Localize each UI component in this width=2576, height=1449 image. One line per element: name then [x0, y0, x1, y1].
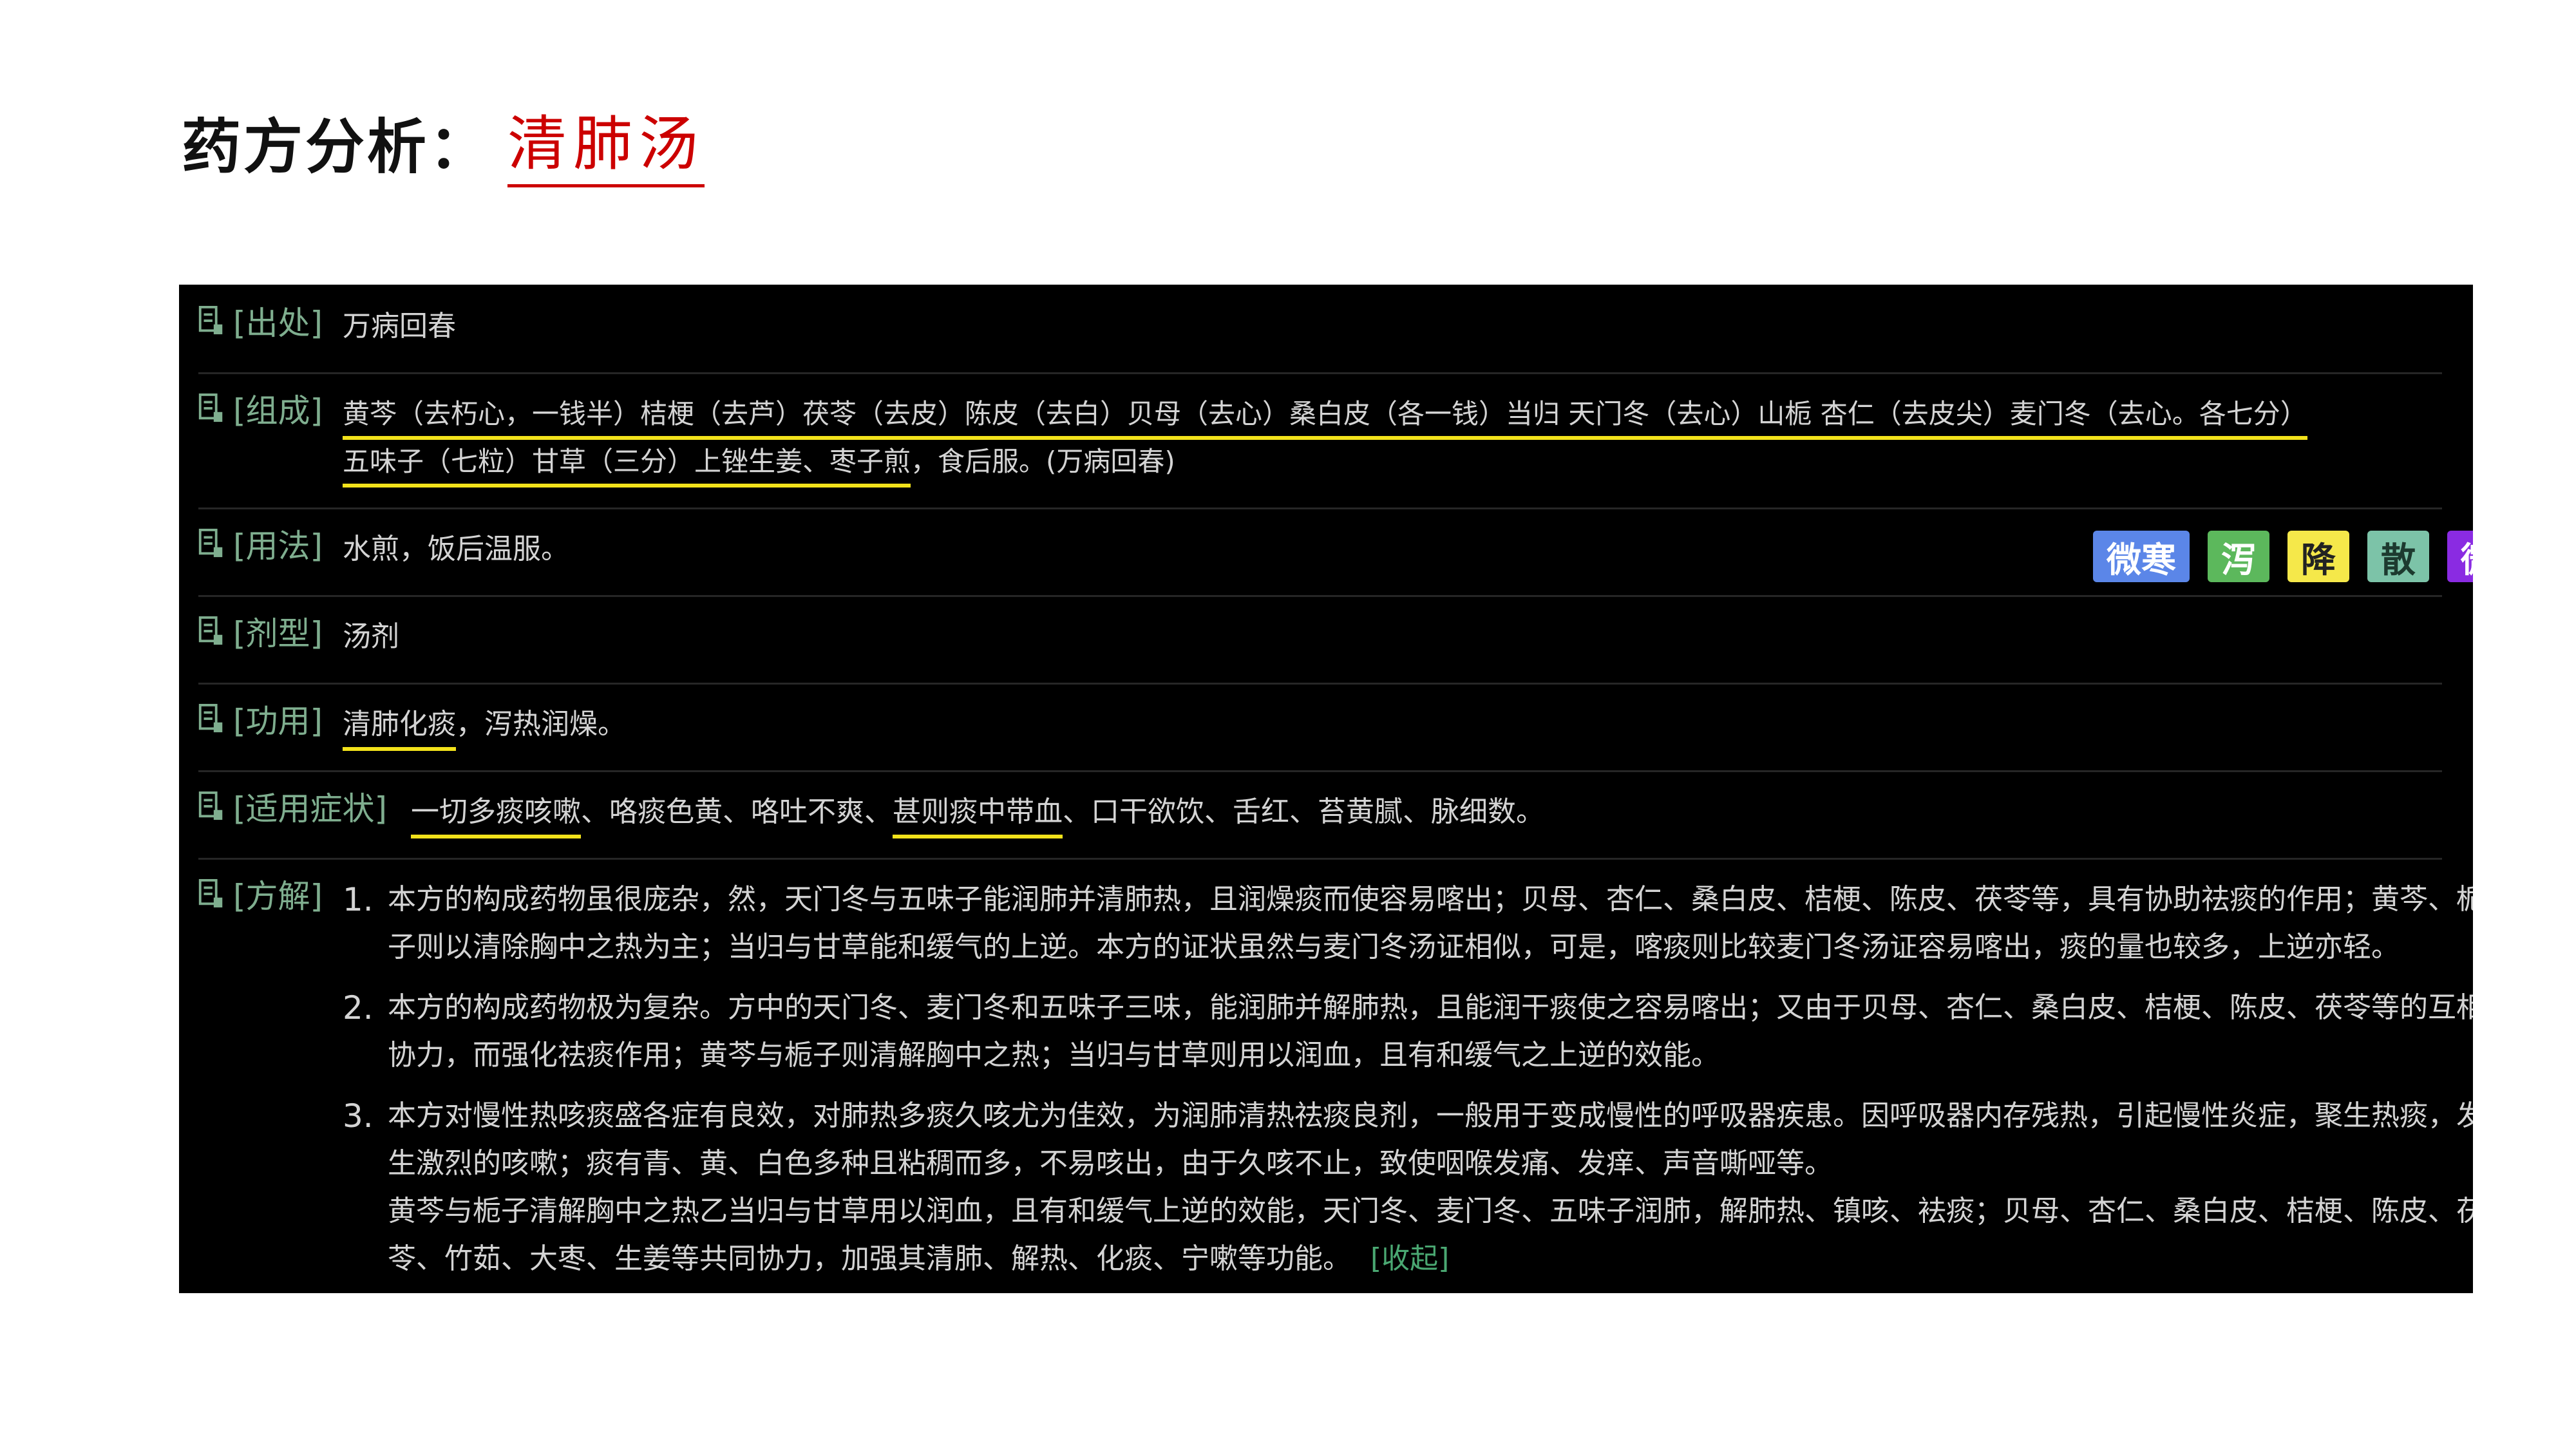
explanation-line: 黄芩与栀子清解胸中之热乙当归与甘草用以润血，且有和缓气上逆的效能，天门冬、麦门冬…: [388, 1195, 2473, 1227]
document-icon: [198, 616, 223, 645]
explanation-line: 协力，而强化祛痰作用；黄芩与栀子则清解胸中之热；当归与甘草则用以润血，且有和缓气…: [388, 1039, 1719, 1072]
label-function: [功用]: [233, 703, 323, 740]
source-value: 万病回春: [343, 310, 456, 343]
tag-slightly-cold[interactable]: 微寒: [2093, 531, 2190, 582]
explanation-item-1: 1. 本方的构成药物虽很庞杂，然，天门冬与五味子能润肺并清肺热，且润燥痰而使容易…: [343, 876, 2473, 971]
label-indications: [适用症状]: [233, 790, 388, 828]
property-tags: 微寒 泻 降 散 微燥: [2093, 531, 2473, 582]
page-title-main: 药方分析: [182, 112, 430, 182]
row-indications: [适用症状] 一切多痰咳嗽、咯痰色黄、咯吐不爽、甚则痰中带血、口干欲饮、舌红、苔…: [198, 783, 2442, 860]
composition-line-2-rest: ，食后服。(万病回春): [911, 446, 1175, 477]
dosage-form-value: 汤剂: [343, 620, 399, 653]
label-dosage-form: [剂型]: [233, 615, 323, 652]
function-rest: ，泻热润燥。: [456, 708, 626, 741]
tag-descend[interactable]: 降: [2287, 531, 2349, 582]
explanation-number: 3.: [343, 1097, 374, 1135]
indication-sputum: 、咯痰色黄、咯吐不爽、: [581, 795, 893, 828]
tag-slightly-dry[interactable]: 微燥: [2447, 531, 2473, 582]
label-usage: [用法]: [233, 527, 323, 565]
document-icon: [198, 393, 223, 422]
explanation-line: 本方对慢性热咳痰盛各症有良效，对肺热多痰久咳尤为佳效，为润肺清热祛痰良剂，一般用…: [388, 1099, 2473, 1132]
indication-blood: 甚则痰中带血: [893, 795, 1063, 838]
document-icon: [198, 306, 223, 335]
row-dosage-form: [剂型] 汤剂: [198, 608, 2442, 685]
row-composition: [组成] 黄芩（去朽心，一钱半）桔梗（去芦）茯苓（去皮）陈皮（去白）贝母（去心）…: [198, 385, 2442, 509]
row-explanation: [方解] 1. 本方的构成药物虽很庞杂，然，天门冬与五味子能润肺并清肺热，且润燥…: [198, 871, 2473, 1293]
label-composition: [组成]: [233, 392, 323, 430]
page-title-separator: ：: [429, 112, 489, 182]
tag-disperse[interactable]: 散: [2367, 531, 2429, 582]
indication-cough: 一切多痰咳嗽: [411, 795, 581, 838]
explanation-line: 本方的构成药物极为复杂。方中的天门冬、麦门冬和五味子三味，能润肺并解肺热，且能润…: [388, 991, 2473, 1024]
composition-line-1: 黄芩（去朽心，一钱半）桔梗（去芦）茯苓（去皮）陈皮（去白）贝母（去心）桑白皮（各…: [343, 398, 2307, 440]
document-icon: [198, 879, 223, 908]
explanation-line: 本方的构成药物虽很庞杂，然，天门冬与五味子能润肺并清肺热，且润燥痰而使容易喀出；…: [388, 883, 2473, 916]
label-source: [出处]: [233, 305, 323, 342]
document-icon: [198, 704, 223, 733]
tag-purge[interactable]: 泻: [2208, 531, 2269, 582]
explanation-line: 苓、竹茹、大枣、生姜等共同协力，加强其清肺、解热、化痰、宁嗽等功能。: [388, 1242, 1351, 1275]
document-icon: [198, 791, 223, 820]
explanation-item-3: 3. 本方对慢性热咳痰盛各症有良效，对肺热多痰久咳尤为佳效，为润肺清热祛痰良剂，…: [343, 1092, 2473, 1283]
document-icon: [198, 529, 223, 558]
label-explanation: [方解]: [233, 878, 323, 915]
formula-info-panel: [出处] 万病回春 [组成] 黄芩（去朽心，一钱半）桔梗（去芦）茯苓（去皮）陈皮…: [179, 285, 2473, 1293]
explanation-number: 1.: [343, 881, 374, 918]
explanation-number: 2.: [343, 989, 374, 1027]
explanation-line: 子则以清除胸中之热为主；当归与甘草能和缓气的上逆。本方的证状虽然与麦门冬汤证相似…: [388, 931, 2400, 963]
row-source: [出处] 万病回春: [198, 298, 2442, 374]
function-underlined: 清肺化痰: [343, 708, 456, 751]
row-function: [功用] 清肺化痰，泻热润燥。: [198, 696, 2442, 772]
page-title: 药方分析 ： 清肺汤: [182, 97, 705, 187]
explanation-line: 生激烈的咳嗽；痰有青、黄、白色多种且粘稠而多，不易咳出，由于久咳不止，致使咽喉发…: [388, 1147, 1833, 1180]
indication-other: 、口干欲饮、舌红、苔黄腻、脉细数。: [1063, 795, 1544, 828]
usage-value: 水煎，饭后温服。: [343, 533, 569, 565]
collapse-link[interactable]: [收起]: [1370, 1242, 1449, 1275]
composition-line-2-underlined: 五味子（七粒）甘草（三分）上锉生姜、枣子煎: [343, 446, 911, 488]
explanation-item-2: 2. 本方的构成药物极为复杂。方中的天门冬、麦门冬和五味子三味，能润肺并解肺热，…: [343, 984, 2473, 1079]
page-title-formula-name: 清肺汤: [507, 96, 705, 187]
